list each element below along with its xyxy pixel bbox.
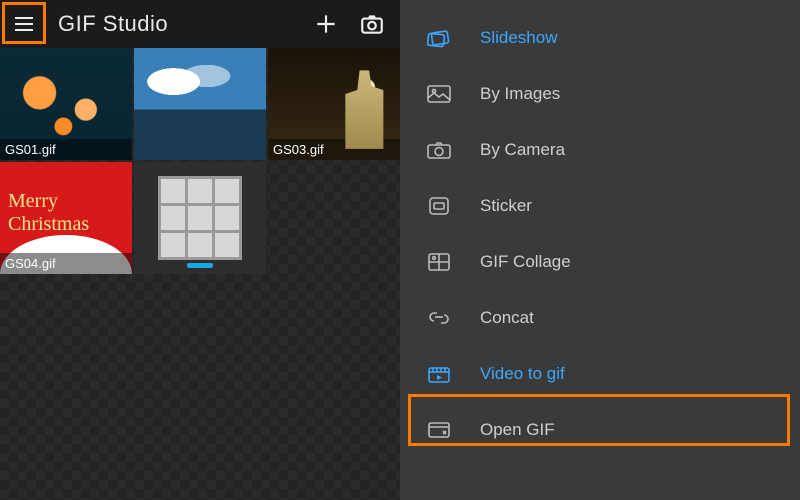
thumbnail-label: GS01.gif	[0, 139, 132, 160]
menu-item-by-camera[interactable]: By Camera	[400, 122, 800, 178]
hamburger-icon	[12, 12, 36, 36]
menu-item-label: Concat	[480, 308, 534, 328]
thumbnail-grid: GS01.gif GS02.gif GS03.gif Merry Christm…	[0, 48, 400, 274]
thumbnail-label: GS04.gif	[0, 253, 132, 274]
menu-item-label: Video to gif	[480, 364, 565, 384]
menu-item-concat[interactable]: Concat	[400, 290, 800, 346]
thumbnail-item[interactable]: Merry Christmas GS04.gif	[0, 162, 132, 274]
menu-item-label: Slideshow	[480, 28, 558, 48]
menu-item-sticker[interactable]: Sticker	[400, 178, 800, 234]
menu-item-slideshow[interactable]: Slideshow	[400, 10, 800, 66]
add-button[interactable]	[312, 10, 340, 38]
thumbnail-item[interactable]: GS02.gif	[134, 48, 266, 160]
thumbnail-label: GS03.gif	[268, 139, 400, 160]
menu-item-label: Sticker	[480, 196, 532, 216]
sticker-icon	[424, 193, 454, 219]
image-icon	[424, 81, 454, 107]
menu-item-by-images[interactable]: By Images	[400, 66, 800, 122]
plus-icon	[313, 11, 339, 37]
thumbnail-caption: Merry Christmas	[8, 190, 124, 236]
menu-item-label: By Camera	[480, 140, 565, 160]
thumbnail-grid-area[interactable]: GS01.gif GS02.gif GS03.gif Merry Christm…	[0, 48, 400, 500]
app-title: GIF Studio	[58, 11, 312, 37]
menu-item-video-to-gif[interactable]: Video to gif	[400, 346, 800, 402]
app-bar-actions	[312, 10, 386, 38]
thumbnail-item[interactable]	[134, 162, 266, 274]
collage-icon	[424, 249, 454, 275]
thumbnail-item[interactable]: GS03.gif	[268, 48, 400, 160]
camera-icon	[359, 11, 385, 37]
collage-underline	[187, 263, 213, 268]
menu-item-label: GIF Collage	[480, 252, 571, 272]
create-menu-pane: Slideshow By Images By Camera Sticker GI	[400, 0, 800, 500]
thumbnail-label: GS02.gif	[134, 139, 266, 160]
camera-button[interactable]	[358, 10, 386, 38]
create-menu: Slideshow By Images By Camera Sticker GI	[400, 0, 800, 458]
collage-icon	[158, 176, 242, 260]
menu-item-label: Open GIF	[480, 420, 555, 440]
link-icon	[424, 305, 454, 331]
menu-item-open-gif[interactable]: Open GIF	[400, 402, 800, 458]
gallery-pane: GIF Studio GS01.gif GS02.gif GS03.gif Me…	[0, 0, 400, 500]
menu-item-label: By Images	[480, 84, 560, 104]
menu-item-gif-collage[interactable]: GIF Collage	[400, 234, 800, 290]
camera-icon	[424, 137, 454, 163]
thumbnail-item[interactable]: GS01.gif	[0, 48, 132, 160]
film-icon	[424, 361, 454, 387]
cards-icon	[424, 25, 454, 51]
hamburger-button[interactable]	[8, 8, 40, 40]
open-icon	[424, 417, 454, 443]
app-bar: GIF Studio	[0, 0, 400, 48]
